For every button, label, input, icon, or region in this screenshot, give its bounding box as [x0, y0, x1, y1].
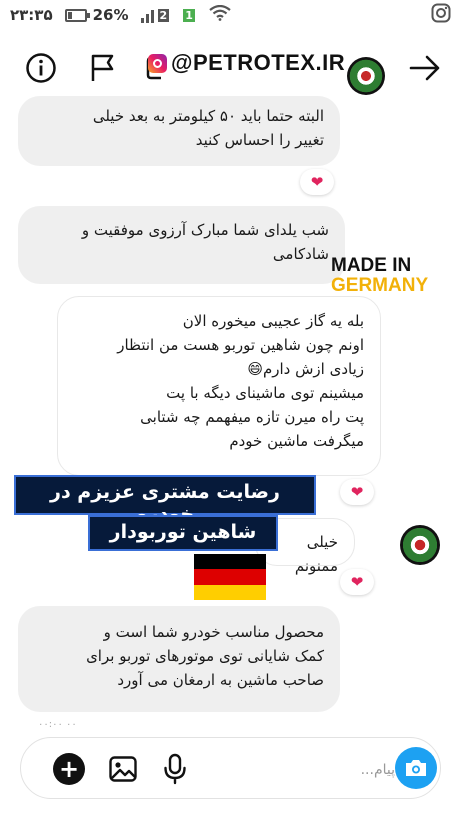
message-bubble[interactable]: بله یه گاز عجیبی میخوره الان اونم چون شا… — [57, 296, 381, 476]
germany-text: GERMANY — [331, 275, 429, 296]
message-composer: + — [20, 737, 441, 799]
watermark-text: @PETROTEX.IR — [171, 50, 346, 75]
caption-line-1: رضایت مشتری عزیزم در خودرو — [14, 475, 316, 525]
message-text: محصول مناسب خودرو شما است و کمک شایانی ت… — [86, 623, 324, 689]
battery-icon — [64, 8, 90, 22]
message-text: شب یلدای شما مبارک آرزوی موفقیت و شادکام… — [81, 221, 329, 263]
message-timestamp: ۰۰:۰۰ ۰۰ — [38, 719, 77, 730]
info-icon[interactable] — [25, 52, 57, 88]
arrow-forward-icon[interactable] — [408, 52, 442, 88]
message-bubble[interactable]: شب یلدای شما مبارک آرزوی موفقیت و شادکام… — [18, 206, 345, 284]
flag-stripe-red — [194, 569, 266, 585]
camera-button[interactable] — [395, 747, 437, 789]
gallery-icon[interactable] — [107, 753, 139, 785]
signal-icon — [140, 7, 154, 23]
message-bubble[interactable]: البته حتما باید ۵۰ کیلومتر به بعد خیلی ت… — [18, 96, 340, 166]
instagram-icon — [431, 3, 451, 27]
reaction-badge[interactable]: ❤ — [340, 479, 374, 505]
heart-icon: ❤ — [350, 482, 364, 501]
reaction-badge[interactable]: ❤ — [300, 169, 334, 195]
flag-stripe-gold — [194, 584, 266, 600]
battery-percent: 26% — [92, 6, 129, 24]
watermark: @PETROTEX.IR — [148, 50, 345, 76]
battery-fill — [67, 11, 72, 19]
profile-avatar[interactable] — [400, 525, 440, 565]
sim2-label: 2 — [157, 8, 170, 22]
made-in-text: MADE IN — [331, 255, 412, 276]
message-text: خیلی ممنونم — [294, 533, 338, 575]
instagram-icon — [148, 53, 167, 73]
status-left: ۲۳:۳۵ 26% 2 1 — [10, 4, 231, 25]
sim1-label: 1 — [183, 8, 195, 22]
heart-icon: ❤ — [310, 172, 324, 191]
status-bar: ۲۳:۳۵ 26% 2 1 — [0, 0, 461, 30]
germany-flag-icon — [194, 554, 266, 600]
flag-stripe-black — [194, 554, 266, 570]
message-bubble[interactable]: محصول مناسب خودرو شما است و کمک شایانی ت… — [18, 606, 340, 712]
wifi-icon — [209, 4, 231, 25]
clock: ۲۳:۳۵ — [10, 6, 53, 24]
message-text: بله یه گاز عجیبی میخوره الان اونم چون شا… — [117, 312, 364, 450]
message-input[interactable] — [331, 758, 395, 782]
heart-icon: ❤ — [350, 572, 364, 591]
microphone-icon[interactable] — [159, 753, 191, 785]
add-button[interactable]: + — [53, 753, 85, 785]
made-in-germany-badge: MADE IN GERMANY — [331, 256, 428, 296]
reaction-badge[interactable]: ❤ — [340, 569, 374, 595]
caption-line-2: شاهین توربودار — [88, 515, 278, 551]
profile-avatar[interactable] — [347, 57, 385, 95]
message-text: البته حتما باید ۵۰ کیلومتر به بعد خیلی ت… — [92, 107, 324, 149]
flag-icon[interactable] — [88, 52, 118, 88]
